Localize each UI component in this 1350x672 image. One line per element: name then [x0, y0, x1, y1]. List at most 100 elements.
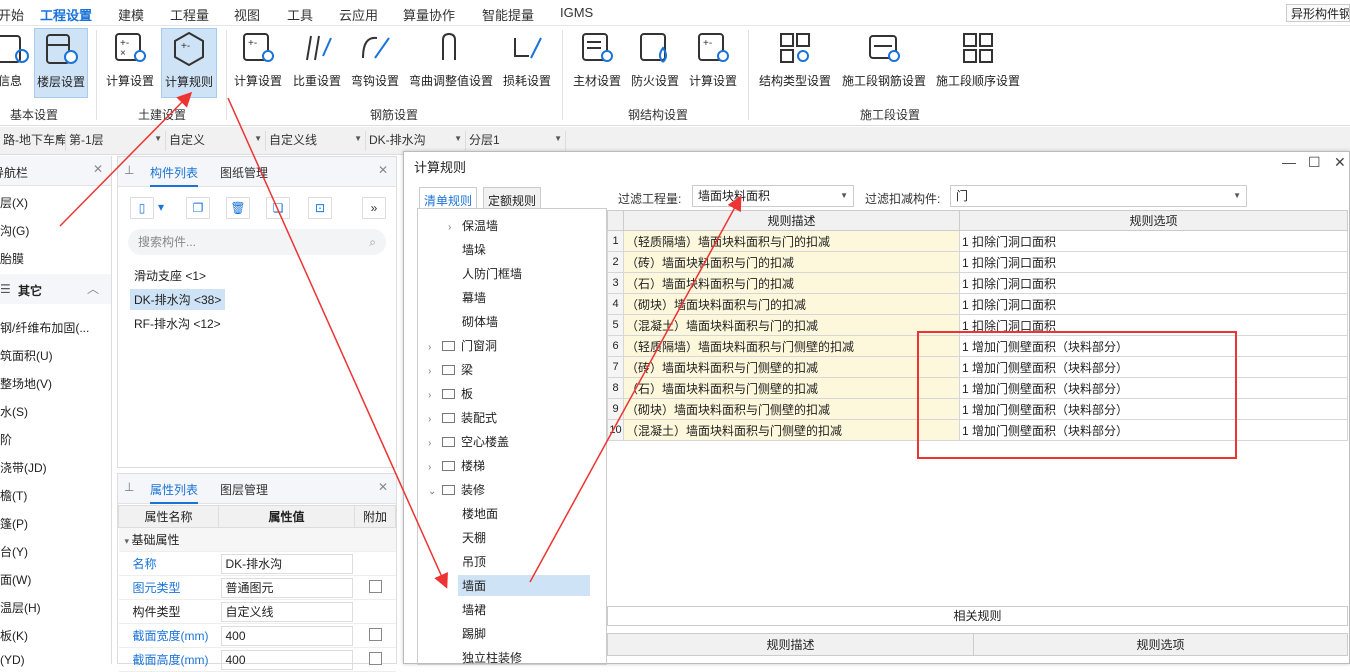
building-dropdown[interactable]: 路-地下车库 ▼ — [0, 131, 66, 151]
section-basic[interactable]: ▾ 基础属性 — [118, 527, 396, 552]
menu-tools[interactable]: 工具 — [287, 5, 313, 24]
chevron-down-icon[interactable]: ▾ — [154, 197, 168, 219]
tab-quota-rules[interactable]: 定额规则 — [483, 187, 542, 209]
menu-project-settings[interactable]: 工程设置 — [40, 5, 93, 28]
property-value-input[interactable]: DK-排水沟 — [220, 553, 353, 574]
nav-item[interactable]: 檐(T) — [0, 487, 27, 504]
tree-node[interactable]: 独立柱装修 — [462, 649, 522, 664]
calc-settings-button[interactable]: +- × 计算设置 — [104, 28, 156, 98]
copy-icon[interactable]: ❐ — [186, 197, 210, 219]
menu-modeling[interactable]: 建模 — [118, 5, 144, 24]
tab-component-list[interactable]: 构件列表 — [150, 164, 199, 187]
layer-dropdown[interactable]: 分层1 ▼ — [466, 131, 566, 151]
hook-settings-button[interactable]: 弯钩设置 — [350, 28, 400, 98]
close-icon[interactable]: ✕ — [1334, 154, 1346, 171]
delete-icon[interactable]: 🗑 — [226, 197, 250, 219]
property-value-input[interactable]: 400 — [220, 649, 353, 670]
search-input[interactable]: 搜索构件... ⌕ — [128, 229, 386, 255]
category-dropdown[interactable]: 自定义 ▼ — [166, 131, 266, 151]
tree-node[interactable]: › 保温墙 — [448, 217, 498, 234]
nav-item[interactable]: 温层(H) — [0, 599, 41, 616]
property-value-input[interactable]: 自定义线 — [220, 601, 353, 622]
menu-collab[interactable]: 算量协作 — [403, 5, 455, 24]
extra-checkbox[interactable] — [368, 579, 382, 593]
rule-option[interactable]: 1 扣除门洞口面积 — [959, 293, 1348, 315]
info-button[interactable]: 信息 — [0, 28, 29, 98]
density-settings-button[interactable]: 比重设置 — [292, 28, 342, 98]
tree-node[interactable]: 吊顶 — [462, 553, 486, 570]
close-icon[interactable]: ✕ — [378, 480, 388, 494]
nav-item[interactable]: 筑面积(U) — [0, 347, 53, 364]
tab-layer-management[interactable]: 图层管理 — [220, 481, 268, 498]
floor-dropdown[interactable]: 第-1层 ▼ — [66, 131, 166, 151]
close-icon[interactable]: ✕ — [93, 162, 103, 176]
tree-node[interactable]: 砌体墙 — [462, 313, 498, 330]
floor-settings-button[interactable]: 楼层设置 — [34, 28, 88, 98]
nav-item[interactable]: 面(W) — [0, 571, 31, 588]
rule-row[interactable]: 1 （轻质隔墙）墙面块料面积与门的扣减 1 扣除门洞口面积 — [607, 230, 1348, 252]
minimize-icon[interactable]: — — [1282, 154, 1296, 170]
new-component-icon[interactable]: ▯ — [130, 197, 154, 219]
nav-item[interactable]: 整场地(V) — [0, 375, 52, 392]
tree-folder-open[interactable]: ⌄ 装修 — [428, 481, 485, 498]
tab-property-list[interactable]: 属性列表 — [150, 481, 199, 504]
pin-icon[interactable]: ⊥ — [124, 480, 134, 494]
fire-settings-button[interactable]: 防火设置 — [630, 28, 680, 98]
nav-item[interactable]: 浇带(JD) — [0, 459, 47, 476]
tree-node[interactable]: 墙垛 — [462, 241, 486, 258]
nav-item[interactable]: (YD) — [0, 653, 25, 667]
nav-item[interactable]: 水(S) — [0, 403, 28, 420]
nav-item[interactable]: 胎膜 — [0, 250, 24, 267]
tree-folder[interactable]: › 楼梯 — [428, 457, 485, 474]
bend-adjust-button[interactable]: 弯曲调整值设置 — [408, 28, 494, 98]
nav-item[interactable]: 沟(G) — [0, 222, 29, 239]
tree-folder[interactable]: › 门窗洞 — [428, 337, 497, 354]
tree-node[interactable]: 墙裙 — [462, 601, 486, 618]
rule-row[interactable]: 3 （石）墙面块料面积与门的扣减 1 扣除门洞口面积 — [607, 272, 1348, 294]
nav-item[interactable]: 台(Y) — [0, 543, 28, 560]
close-icon[interactable]: ✕ — [378, 163, 388, 177]
tree-folder[interactable]: › 板 — [428, 385, 473, 402]
calc-rules-button[interactable]: +- 计算规则 — [161, 28, 217, 98]
component-item[interactable]: 滑动支座 <1> — [130, 265, 210, 286]
right-tool-box[interactable]: 异形构件钢 — [1286, 4, 1350, 22]
component-item-selected[interactable]: DK-排水沟 <38> — [130, 289, 226, 310]
tree-node[interactable]: 踢脚 — [462, 625, 486, 642]
filter-deduct-select[interactable]: 门 ▼ — [950, 185, 1247, 207]
tree-folder[interactable]: › 梁 — [428, 361, 473, 378]
tree-folder[interactable]: › 空心楼盖 — [428, 433, 509, 450]
tree-node[interactable]: 人防门框墙 — [462, 265, 522, 282]
component-item[interactable]: RF-排水沟 <12> — [130, 313, 225, 334]
property-value-input[interactable]: 400 — [220, 625, 353, 646]
component-dropdown[interactable]: DK-排水沟 ▼ — [366, 131, 466, 151]
duplicate-floor-icon[interactable]: ❏ — [266, 197, 290, 219]
rebar-calc-settings-button[interactable]: +- 计算设置 — [232, 28, 284, 98]
tree-folder[interactable]: › 装配式 — [428, 409, 497, 426]
maximize-icon[interactable]: ☐ — [1308, 154, 1321, 171]
nav-item[interactable]: 钢/纤维布加固(... — [0, 319, 89, 336]
steel-calc-settings-button[interactable]: +- 计算设置 — [688, 28, 738, 98]
extra-checkbox[interactable] — [368, 627, 382, 641]
tree-node[interactable]: 天棚 — [462, 529, 486, 546]
rule-option[interactable]: 1 扣除门洞口面积 — [959, 251, 1348, 273]
type-dropdown[interactable]: 自定义线 ▼ — [266, 131, 366, 151]
more-icon[interactable]: » — [362, 197, 386, 219]
rule-option[interactable]: 1 扣除门洞口面积 — [959, 230, 1348, 252]
structure-type-button[interactable]: 结构类型设置 — [756, 28, 834, 98]
related-rules-bar[interactable]: 相关规则 — [607, 606, 1348, 626]
nav-item[interactable]: 板(K) — [0, 627, 28, 644]
nav-item[interactable]: 阶 — [0, 431, 12, 448]
tree-node[interactable]: 楼地面 — [462, 505, 498, 522]
loss-settings-button[interactable]: 损耗设置 — [502, 28, 552, 98]
nav-group-other[interactable]: ☰ 其它 ︿ — [0, 274, 111, 304]
tab-drawing-management[interactable]: 图纸管理 — [220, 164, 268, 181]
pin-icon[interactable]: ⊥ — [124, 163, 134, 177]
menu-igms[interactable]: IGMS — [560, 5, 593, 20]
rule-row[interactable]: 2 （砖）墙面块料面积与门的扣减 1 扣除门洞口面积 — [607, 251, 1348, 273]
property-value-input[interactable]: 普通图元 — [220, 577, 353, 598]
rule-row[interactable]: 4 （砌块）墙面块料面积与门的扣减 1 扣除门洞口面积 — [607, 293, 1348, 315]
tree-node[interactable]: 幕墙 — [462, 289, 486, 306]
menu-cloud[interactable]: 云应用 — [339, 5, 378, 24]
menu-smart[interactable]: 智能提量 — [482, 5, 534, 24]
filter-quantity-select[interactable]: 墙面块料面积 ▼ — [692, 185, 854, 207]
